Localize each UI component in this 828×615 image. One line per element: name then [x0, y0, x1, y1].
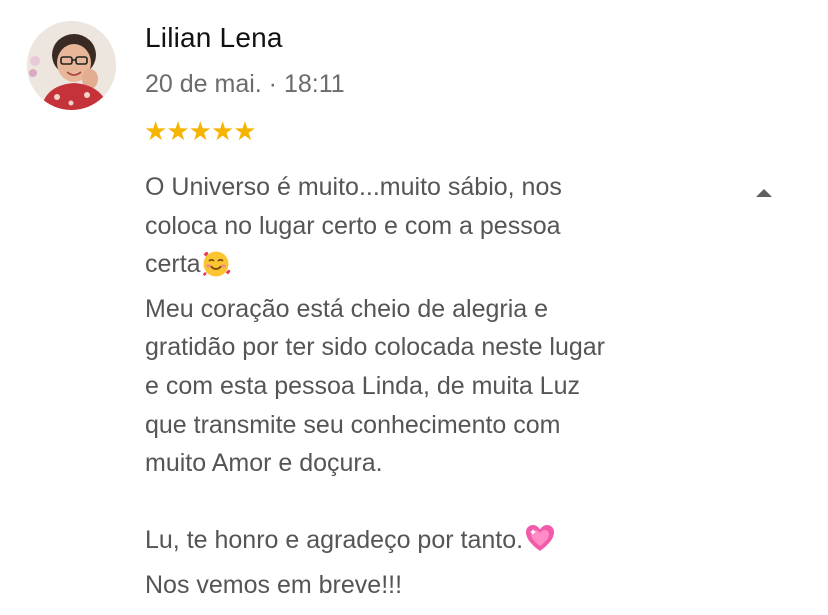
review-text-line: certa: [145, 250, 201, 279]
author-name[interactable]: Lilian Lena: [145, 22, 283, 54]
star-icon: ★: [233, 116, 256, 146]
review-text-line: Nos vemos em breve!!!: [145, 570, 403, 599]
sparkling-heart-icon: [523, 522, 557, 566]
star-rating: ★★★★★: [144, 116, 257, 146]
avatar-photo: [27, 21, 116, 110]
review-text: O Universo é muito...muito sábio, nos co…: [145, 168, 735, 605]
star-icon: ★: [166, 116, 189, 146]
star-icon: ★: [144, 116, 167, 146]
caret-up-icon: [756, 189, 772, 197]
star-icon: ★: [188, 116, 212, 146]
review-text-line: coloca no lugar certo e com a pessoa: [145, 211, 561, 240]
review-date: 20 de mai. · 18:11: [145, 70, 345, 98]
review-text-line: Lu, te honro e agradeço por tanto.: [145, 526, 524, 555]
collapse-button[interactable]: [751, 180, 777, 206]
star-icon: ★: [210, 116, 234, 146]
review-text-paragraph: Meu coração está cheio de alegria e grat…: [145, 294, 606, 478]
avatar[interactable]: [27, 21, 116, 110]
review-text-line: O Universo é muito...muito sábio, nos: [145, 173, 562, 201]
smiling-face-with-hearts-icon: [201, 248, 231, 290]
review-card: Lilian Lena 20 de mai. · 18:11 ★★★★★ O U…: [0, 0, 828, 615]
